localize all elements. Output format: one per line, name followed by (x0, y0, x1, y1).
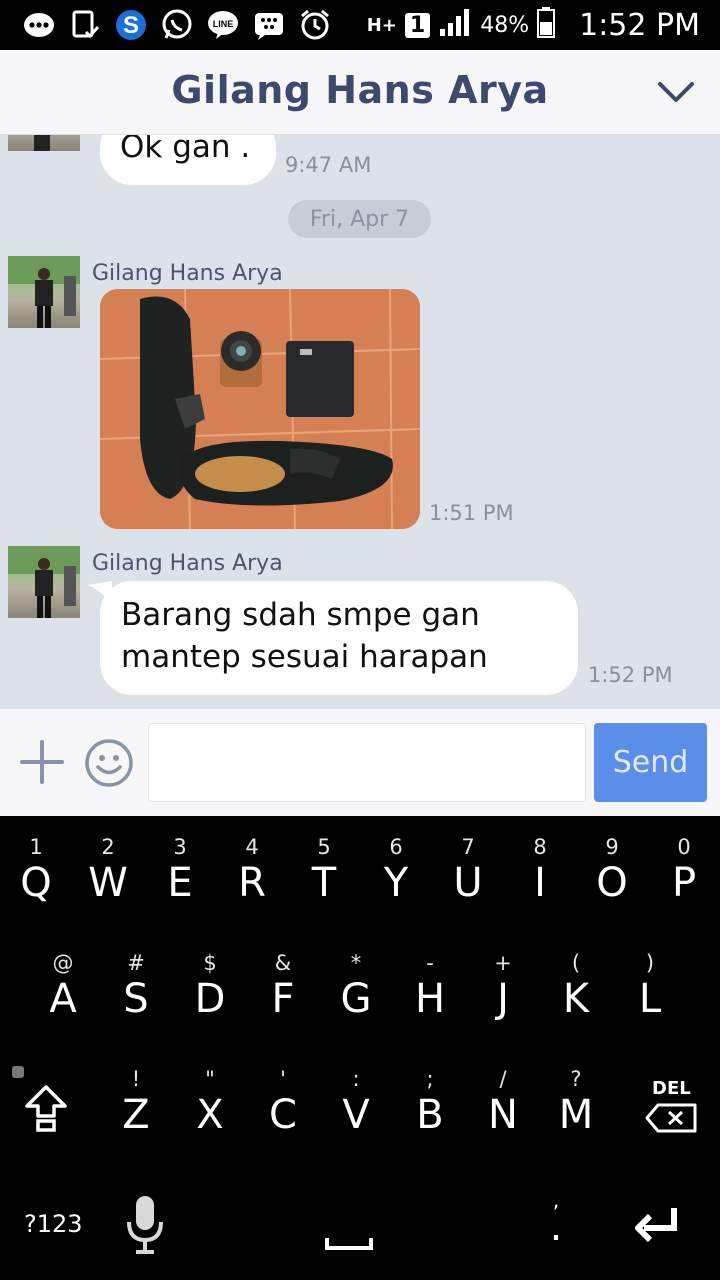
key-m[interactable]: ? M (540, 1066, 612, 1138)
key-x[interactable]: " X (174, 1066, 246, 1138)
soft-keyboard: 1Q 2W 3E 4R 5T 6Y 7U 8I 9O 0P @ A # S $ D &… (0, 816, 720, 1280)
send-button[interactable]: Send (594, 723, 707, 802)
sender-name: Gilang Hans Arya (92, 261, 283, 286)
key-s[interactable]: # S (100, 950, 172, 1022)
key-w[interactable]: 2W (72, 834, 144, 906)
key-h[interactable]: -H (394, 950, 466, 1022)
message-text: Ok gan . (120, 135, 251, 165)
key-q[interactable]: 1Q (0, 834, 72, 906)
symbols-mode-key[interactable]: ?123 (24, 1210, 83, 1238)
key-d[interactable]: $ D (174, 950, 246, 1022)
backspace-icon (645, 1103, 697, 1133)
chevron-down-icon[interactable] (656, 74, 696, 110)
line-icon: LINE (206, 8, 240, 42)
shared-photo[interactable] (100, 289, 420, 529)
svg-text:S: S (123, 12, 139, 39)
avatar[interactable] (8, 256, 80, 328)
clock: 1:52 PM (579, 7, 700, 43)
key-g[interactable]: * G (320, 950, 392, 1022)
key-t[interactable]: 5T (288, 834, 360, 906)
chat-history[interactable]: Ok gan . 9:47 AM Fri, Apr 7 Gilang Hans … (0, 135, 720, 709)
avatar[interactable] (8, 546, 80, 618)
key-j[interactable]: + J (467, 950, 539, 1022)
message-text-line: mantep sesuai harapan (121, 639, 488, 675)
avatar[interactable] (8, 135, 80, 151)
network-type-label: H+ (366, 14, 397, 36)
messenger-icon (22, 8, 56, 42)
message-text-line: Barang sdah smpe gan (121, 597, 480, 633)
skype-icon: S (114, 8, 148, 42)
key-v[interactable]: :V (320, 1066, 392, 1138)
microphone-icon[interactable] (124, 1194, 166, 1256)
key-b[interactable]: ; B (394, 1066, 466, 1138)
message-bubble[interactable]: Ok gan . (100, 135, 276, 185)
key-a[interactable]: @ A (27, 950, 99, 1022)
svg-text:LINE: LINE (213, 19, 234, 29)
delete-key-label: DEL (652, 1078, 691, 1099)
spacebar-key[interactable] (324, 1236, 374, 1252)
key-z[interactable]: ! Z (100, 1066, 172, 1138)
key-l[interactable]: ) L (614, 950, 686, 1022)
key-y[interactable]: 6Y (360, 834, 432, 906)
delete-key[interactable]: DEL (636, 1078, 706, 1142)
key-k[interactable]: (K (540, 950, 612, 1022)
emoji-icon[interactable] (84, 738, 134, 788)
message-timestamp: 9:47 AM (285, 153, 372, 177)
status-bar: S LINE H+ 1 48% 1:52 PM (0, 0, 720, 50)
key-n[interactable]: / N (467, 1066, 539, 1138)
message-bubble[interactable]: Barang sdah smpe gan mantep sesuai harap… (100, 581, 578, 695)
key-c[interactable]: ' C (247, 1066, 319, 1138)
sim-indicator: 1 (404, 12, 431, 38)
signal-icon (438, 7, 472, 43)
shift-icon[interactable] (24, 1084, 68, 1132)
enter-icon[interactable] (632, 1204, 680, 1246)
key-f[interactable]: & F (247, 950, 319, 1022)
period-label: . (549, 1204, 563, 1250)
bbm-icon (252, 8, 286, 42)
battery-icon (537, 6, 556, 44)
message-timestamp: 1:52 PM (588, 663, 673, 687)
key-e[interactable]: 3E (144, 834, 216, 906)
message-input[interactable] (148, 723, 586, 802)
key-i[interactable]: 8I (504, 834, 576, 906)
sender-name: Gilang Hans Arya (92, 551, 283, 576)
period-key[interactable]: , . (536, 1188, 576, 1258)
keyboard-dot-indicator (12, 1066, 24, 1078)
date-divider: Fri, Apr 7 (288, 200, 431, 238)
whatsapp-icon (160, 8, 194, 42)
message-timestamp: 1:51 PM (429, 501, 514, 525)
chat-header: Gilang Hans Arya (0, 50, 720, 135)
key-r[interactable]: 4R (216, 834, 288, 906)
key-u[interactable]: 7U (432, 834, 504, 906)
clipboard-check-icon (68, 8, 102, 42)
contact-name-title[interactable]: Gilang Hans Arya (0, 68, 720, 112)
key-p[interactable]: 0P (648, 834, 720, 906)
add-attachment-button[interactable] (20, 740, 64, 784)
key-o[interactable]: 9O (576, 834, 648, 906)
alarm-icon (298, 8, 332, 42)
battery-percent: 48% (480, 12, 530, 38)
